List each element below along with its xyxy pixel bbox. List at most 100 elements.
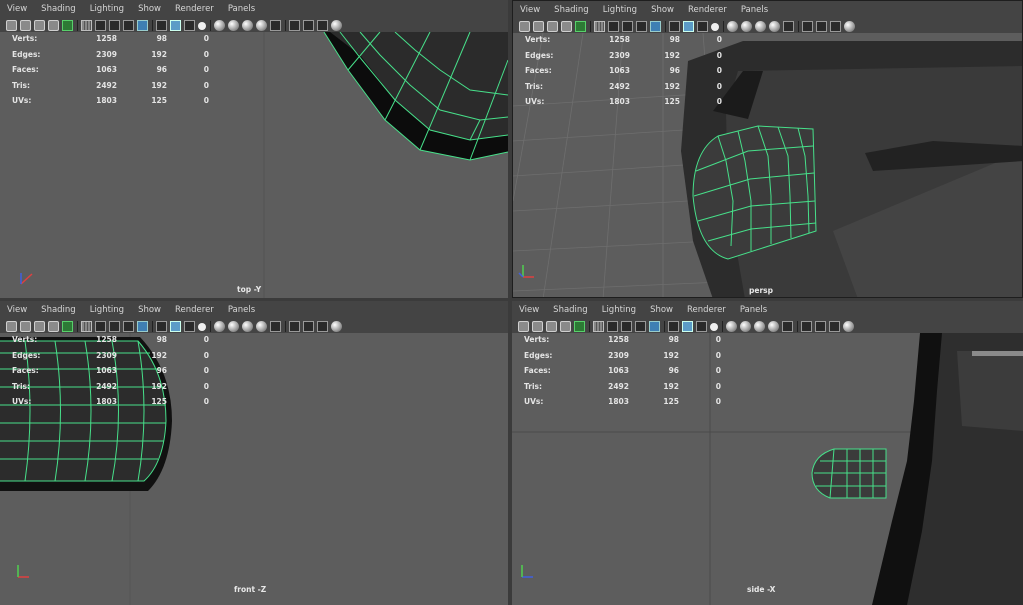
xray-icon[interactable] [802, 20, 813, 32]
viewport-side[interactable]: View Shading Lighting Show Renderer Pane… [512, 301, 1023, 605]
menu-show[interactable]: Show [651, 5, 674, 15]
bookmark-icon[interactable] [34, 320, 45, 332]
film-gate-icon[interactable] [95, 320, 106, 332]
bookmark-icon[interactable] [547, 20, 558, 32]
shadows-icon[interactable] [727, 20, 738, 32]
smooth-shade-icon[interactable] [683, 20, 694, 32]
resolution-gate-icon[interactable] [109, 19, 120, 31]
wireframe-icon[interactable] [62, 320, 73, 332]
smooth-shade-icon[interactable] [682, 320, 693, 332]
resolution-gate-icon[interactable] [621, 320, 632, 332]
image-plane-icon[interactable] [560, 320, 571, 332]
shadows-icon[interactable] [214, 320, 225, 332]
camera-attributes-icon[interactable] [20, 320, 31, 332]
viewport-persp[interactable]: View Shading Lighting Show Renderer Pane… [512, 0, 1023, 298]
menu-lighting[interactable]: Lighting [90, 4, 124, 14]
gate-mask-icon[interactable] [123, 19, 134, 31]
smooth-shade-icon[interactable] [170, 320, 181, 332]
menu-renderer[interactable]: Renderer [175, 4, 214, 14]
menu-renderer[interactable]: Renderer [687, 305, 726, 315]
xray-icon[interactable] [801, 320, 812, 332]
camera-attributes-icon[interactable] [532, 320, 543, 332]
field-chart-icon[interactable] [137, 19, 148, 31]
image-plane-icon[interactable] [561, 20, 572, 32]
wireframe-shade-icon[interactable] [669, 20, 680, 32]
textured-icon[interactable] [184, 19, 195, 31]
image-plane-icon[interactable] [48, 320, 59, 332]
menu-lighting[interactable]: Lighting [603, 5, 637, 15]
light-icon[interactable] [710, 322, 718, 331]
grid-icon[interactable] [81, 320, 92, 332]
wireframe-icon[interactable] [62, 19, 73, 31]
wireframe-shade-icon[interactable] [156, 320, 167, 332]
xray-components-icon[interactable] [829, 320, 840, 332]
isolate-icon[interactable] [783, 20, 794, 32]
isolate-icon[interactable] [782, 320, 793, 332]
resolution-gate-icon[interactable] [109, 320, 120, 332]
xray-joints-icon[interactable] [815, 320, 826, 332]
menu-view[interactable]: View [520, 5, 540, 15]
menu-panels[interactable]: Panels [741, 5, 768, 15]
antialias-icon[interactable] [256, 320, 267, 332]
menu-lighting[interactable]: Lighting [602, 305, 636, 315]
settings-icon[interactable] [331, 320, 342, 332]
antialias-icon[interactable] [256, 19, 267, 31]
xray-components-icon[interactable] [317, 19, 328, 31]
gate-mask-icon[interactable] [123, 320, 134, 332]
camera-icon[interactable] [519, 20, 530, 32]
textured-icon[interactable] [184, 320, 195, 332]
light-icon[interactable] [198, 322, 206, 331]
field-chart-icon[interactable] [137, 320, 148, 332]
wireframe-icon[interactable] [575, 20, 586, 32]
field-chart-icon[interactable] [650, 20, 661, 32]
camera-icon[interactable] [518, 320, 529, 332]
ssao-icon[interactable] [740, 320, 751, 332]
settings-icon[interactable] [331, 19, 342, 31]
grid-icon[interactable] [81, 19, 92, 31]
xray-components-icon[interactable] [830, 20, 841, 32]
menu-panels[interactable]: Panels [740, 305, 767, 315]
isolate-icon[interactable] [270, 19, 281, 31]
light-icon[interactable] [711, 22, 719, 31]
textured-icon[interactable] [697, 20, 708, 32]
xray-joints-icon[interactable] [303, 320, 314, 332]
smooth-shade-icon[interactable] [170, 19, 181, 31]
motion-blur-icon[interactable] [242, 19, 253, 31]
gate-mask-icon[interactable] [636, 20, 647, 32]
resolution-gate-icon[interactable] [622, 20, 633, 32]
menu-shading[interactable]: Shading [41, 305, 76, 315]
motion-blur-icon[interactable] [755, 20, 766, 32]
isolate-icon[interactable] [270, 320, 281, 332]
ssao-icon[interactable] [228, 320, 239, 332]
gate-mask-icon[interactable] [635, 320, 646, 332]
menu-renderer[interactable]: Renderer [688, 5, 727, 15]
wireframe-shade-icon[interactable] [156, 19, 167, 31]
xray-icon[interactable] [289, 320, 300, 332]
xray-components-icon[interactable] [317, 320, 328, 332]
bookmark-icon[interactable] [546, 320, 557, 332]
bookmark-icon[interactable] [34, 19, 45, 31]
antialias-icon[interactable] [768, 320, 779, 332]
camera-icon[interactable] [6, 320, 17, 332]
menu-view[interactable]: View [7, 4, 27, 14]
film-gate-icon[interactable] [607, 320, 618, 332]
menu-view[interactable]: View [7, 305, 27, 315]
viewport-front[interactable]: View Shading Lighting Show Renderer Pane… [0, 301, 508, 605]
ssao-icon[interactable] [228, 19, 239, 31]
viewport-top[interactable]: View Shading Lighting Show Renderer Pane… [0, 0, 508, 298]
menu-renderer[interactable]: Renderer [175, 305, 214, 315]
menu-show[interactable]: Show [650, 305, 673, 315]
antialias-icon[interactable] [769, 20, 780, 32]
xray-icon[interactable] [289, 19, 300, 31]
camera-icon[interactable] [6, 19, 17, 31]
menu-shading[interactable]: Shading [553, 305, 588, 315]
light-icon[interactable] [198, 21, 206, 30]
shadows-icon[interactable] [214, 19, 225, 31]
textured-icon[interactable] [696, 320, 707, 332]
shadows-icon[interactable] [726, 320, 737, 332]
settings-icon[interactable] [843, 320, 854, 332]
menu-shading[interactable]: Shading [554, 5, 589, 15]
menu-lighting[interactable]: Lighting [90, 305, 124, 315]
camera-attributes-icon[interactable] [20, 19, 31, 31]
menu-panels[interactable]: Panels [228, 4, 255, 14]
